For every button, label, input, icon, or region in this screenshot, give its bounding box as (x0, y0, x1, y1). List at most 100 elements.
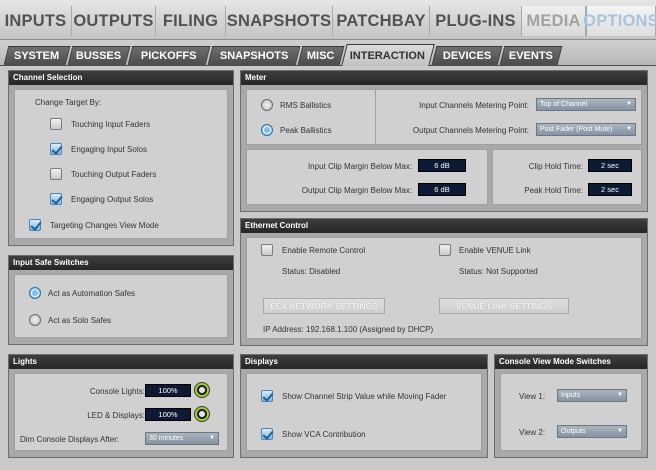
dim-displays-select[interactable]: 30 minutes ▼ (145, 432, 219, 445)
input-metering-point-arrow-icon: ▼ (626, 101, 632, 107)
venue-link-settings-button[interactable]: VENUE LINK SETTINGS (439, 298, 569, 314)
remote-control-status: Status: Disabled (282, 267, 341, 276)
console-view-mode-panel: Console View Mode Switches View 1: Input… (494, 354, 648, 458)
engaging-output-solos-label: Engaging Output Solos (71, 195, 154, 204)
options-sub-tab-bar: SYSTEM BUSSES PICKOFFS SNAPSHOTS MISC IN… (0, 40, 656, 66)
engaging-input-solos-checkbox[interactable] (50, 143, 62, 155)
lights-body: Console Lights: 100% LED & Displays: 100… (14, 373, 228, 451)
subtab-misc[interactable]: MISC (297, 46, 345, 65)
tab-plug-ins[interactable]: PLUG-INS (430, 6, 522, 36)
console-view-mode-title: Console View Mode Switches (495, 355, 647, 369)
tab-patchbay[interactable]: PATCHBAY (333, 6, 430, 36)
solo-safes-label: Act as Solo Safes (48, 316, 112, 325)
dim-displays-label: Dim Console Displays After: (20, 435, 120, 444)
lights-title: Lights (9, 355, 233, 369)
clip-hold-time-label: Clip Hold Time: (528, 162, 583, 171)
tab-filing[interactable]: FILING (156, 6, 226, 36)
tab-outputs[interactable]: OUTPUTS (72, 6, 156, 36)
show-vca-contribution-label: Show VCA Contribution (282, 430, 366, 439)
tab-snapshots[interactable]: SNAPSHOTS (226, 6, 333, 36)
peak-hold-time-value[interactable]: 2 sec (588, 183, 632, 196)
solo-safes-radio[interactable] (29, 314, 41, 326)
engaging-output-solos-checkbox[interactable] (50, 193, 62, 205)
automation-safes-radio[interactable] (29, 287, 41, 299)
output-metering-point-value: Post Fader (Post Mute) (540, 126, 613, 133)
displays-panel: Displays Show Channel Strip Value while … (240, 354, 488, 458)
meter-title: Meter (241, 71, 647, 85)
view-1-label: View 1: (519, 392, 546, 401)
lights-panel: Lights Console Lights: 100% LED & Displa… (8, 354, 234, 458)
view-2-select[interactable]: Outputs ▼ (557, 425, 627, 438)
touching-output-faders-checkbox[interactable] (50, 168, 62, 180)
output-metering-point-select[interactable]: Post Fader (Post Mute) ▼ (536, 123, 636, 136)
show-strip-value-checkbox[interactable] (261, 390, 273, 402)
led-displays-knob[interactable] (194, 406, 210, 422)
view-2-arrow-icon: ▼ (617, 428, 623, 434)
touching-input-faders-label: Touching Input Faders (71, 120, 151, 129)
input-safe-panel: Input Safe Switches Act as Automation Sa… (8, 255, 234, 345)
view-2-label: View 2: (519, 428, 546, 437)
view-1-select[interactable]: Inputs ▼ (557, 389, 627, 402)
change-target-heading: Change Target By: (35, 98, 102, 107)
ethernet-control-panel: Ethernet Control Enable Remote Control S… (240, 218, 648, 346)
console-view-mode-body: View 1: Inputs ▼ View 2: Outputs ▼ (500, 373, 642, 451)
main-tab-bar: INPUTS OUTPUTS FILING SNAPSHOTS PATCHBAY… (0, 0, 656, 40)
clip-margin-body: Input Clip Margin Below Max: 6 dB Output… (246, 149, 488, 205)
engaging-input-solos-label: Engaging Input Solos (71, 145, 148, 154)
show-strip-value-label: Show Channel Strip Value while Moving Fa… (282, 392, 447, 401)
meter-points-body: RMS Ballistics Peak Ballistics Input Cha… (246, 89, 642, 145)
hold-time-body: Clip Hold Time: 2 sec Peak Hold Time: 2 … (492, 149, 642, 205)
rms-ballistics-label: RMS Ballistics (280, 101, 332, 110)
input-safe-body: Act as Automation Safes Act as Solo Safe… (14, 274, 228, 338)
subtab-busses[interactable]: BUSSES (67, 46, 131, 65)
peak-hold-time-label: Peak Hold Time: (524, 186, 583, 195)
input-metering-point-label: Input Channels Metering Point: (419, 101, 529, 110)
input-metering-point-value: Top of Channel (540, 101, 588, 108)
dim-displays-value: 30 minutes (149, 435, 184, 442)
touching-output-faders-label: Touching Output Faders (71, 170, 157, 179)
console-lights-value[interactable]: 100% (145, 384, 191, 397)
output-metering-point-label: Output Channels Metering Point: (412, 126, 529, 135)
meter-panel: Meter RMS Ballistics Peak Ballistics Inp… (240, 70, 648, 212)
enable-venue-link-checkbox[interactable] (439, 244, 451, 256)
subtab-system[interactable]: SYSTEM (3, 46, 71, 65)
enable-remote-control-checkbox[interactable] (261, 244, 273, 256)
console-lights-knob[interactable] (194, 382, 210, 398)
touching-input-faders-checkbox[interactable] (50, 118, 62, 130)
ecx-network-settings-button[interactable]: ECx NETWORK SETTINGS (263, 298, 385, 314)
input-safe-title: Input Safe Switches (9, 256, 233, 270)
clip-hold-time-value[interactable]: 2 sec (588, 159, 632, 172)
ethernet-control-body: Enable Remote Control Status: Disabled E… (246, 237, 642, 339)
view-1-arrow-icon: ▼ (617, 392, 623, 398)
tab-options[interactable]: OPTIONS (583, 6, 656, 36)
output-clip-margin-label: Output Clip Margin Below Max: (301, 186, 412, 195)
input-clip-margin-label: Input Clip Margin Below Max: (307, 162, 412, 171)
subtab-snapshots[interactable]: SNAPSHOTS (207, 46, 301, 65)
tab-inputs[interactable]: INPUTS (0, 6, 72, 36)
tab-media[interactable]: MEDIA (522, 6, 586, 36)
led-displays-value[interactable]: 100% (145, 408, 191, 421)
show-vca-contribution-checkbox[interactable] (261, 428, 273, 440)
targeting-view-mode-checkbox[interactable] (29, 219, 41, 231)
subtab-devices[interactable]: DEVICES (431, 46, 503, 65)
subtab-events[interactable]: EVENTS (499, 46, 563, 65)
rms-ballistics-radio[interactable] (261, 99, 273, 111)
console-lights-label: Console Lights: (89, 387, 145, 396)
peak-ballistics-radio[interactable] (261, 124, 273, 136)
output-clip-margin-value[interactable]: 6 dB (418, 183, 466, 196)
automation-safes-label: Act as Automation Safes (48, 289, 136, 298)
input-clip-margin-value[interactable]: 6 dB (418, 159, 466, 172)
subtab-interaction[interactable]: INTERACTION (341, 44, 435, 66)
targeting-view-mode-label: Targeting Changes View Mode (50, 221, 159, 230)
ethernet-control-title: Ethernet Control (241, 219, 647, 233)
input-metering-point-select[interactable]: Top of Channel ▼ (536, 98, 636, 111)
subtab-pickoffs[interactable]: PICKOFFS (127, 46, 211, 65)
view-1-value: Inputs (561, 392, 581, 399)
channel-selection-panel: Channel Selection Change Target By: Touc… (8, 70, 234, 246)
led-displays-label: LED & Displays: (87, 411, 145, 420)
peak-ballistics-label: Peak Ballistics (280, 126, 332, 135)
view-2-value: Outputs (561, 428, 586, 435)
enable-remote-control-label: Enable Remote Control (282, 246, 366, 255)
displays-title: Displays (241, 355, 487, 369)
output-metering-point-arrow-icon: ▼ (626, 126, 632, 132)
